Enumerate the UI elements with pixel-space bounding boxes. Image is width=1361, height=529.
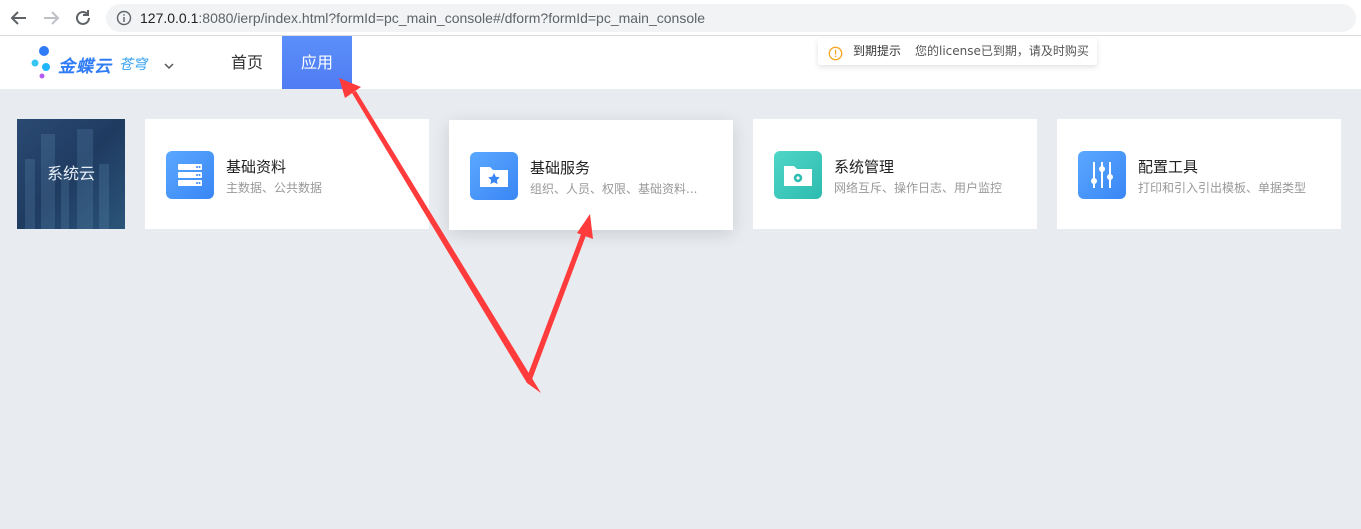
browser-toolbar: 127.0.0.1:8080/ierp/index.html?formId=pc… [0, 0, 1361, 36]
card-title: 基础资料 [226, 158, 287, 176]
card-system-management[interactable]: 系统管理 网络互斥、操作日志、用户监控 [753, 119, 1037, 229]
back-arrow-icon[interactable] [8, 7, 30, 29]
nav-apps-tab[interactable]: 应用 [282, 36, 352, 89]
license-expiry-tip: 到期提示 您的license已到期，请及时购买 [818, 38, 1097, 65]
url-text: 127.0.0.1:8080/ierp/index.html?formId=pc… [140, 9, 705, 27]
card-description: 主数据、公共数据 [226, 181, 323, 195]
nav-home-tab[interactable]: 首页 [214, 36, 280, 89]
system-cloud-label: 系统云 [46, 164, 95, 183]
chevron-down-icon[interactable] [163, 57, 175, 70]
warning-icon [828, 44, 843, 61]
card-config-tools[interactable]: 配置工具 打印和引入引出模板、单据类型 [1057, 119, 1341, 229]
annotation-arrow-shaft [527, 229, 588, 382]
card-description: 打印和引入引出模板、单据类型 [1138, 181, 1307, 195]
card-basic-data[interactable]: 基础资料 主数据、公共数据 [145, 119, 429, 229]
logo-text: 金蝶云 [58, 57, 112, 77]
url-host: 127.0.0.1 [140, 10, 199, 26]
card-description: 组织、人员、权限、基础资料... [530, 182, 698, 196]
sliders-icon [1078, 151, 1126, 199]
logo-subtext: 苍穹 [119, 57, 147, 73]
folder-gear-icon [774, 151, 822, 199]
card-basic-services[interactable]: 基础服务 组织、人员、权限、基础资料... [449, 120, 733, 230]
card-title: 系统管理 [834, 158, 895, 176]
info-icon[interactable] [116, 10, 132, 26]
address-bar[interactable]: 127.0.0.1:8080/ierp/index.html?formId=pc… [106, 4, 1356, 32]
url-path: :8080/ierp/index.html?formId=pc_main_con… [198, 10, 706, 26]
app-header: 金蝶云 苍穹 首页 应用 到期提示 您的license已到期，请及时购买 [0, 36, 1361, 89]
card-description: 网络互斥、操作日志、用户监控 [834, 181, 1003, 195]
card-title: 基础服务 [530, 159, 591, 177]
license-tip-title: 到期提示 [853, 44, 902, 58]
license-tip-message: 您的license已到期，请及时购买 [915, 44, 1089, 58]
forward-arrow-icon[interactable] [40, 7, 62, 29]
folder-star-icon [470, 152, 518, 200]
card-title: 配置工具 [1138, 158, 1199, 176]
logo-mark-icon [31, 46, 50, 79]
database-icon [166, 151, 214, 199]
reload-icon[interactable] [72, 7, 94, 29]
system-cloud-tile[interactable]: 系统云 [17, 119, 125, 229]
